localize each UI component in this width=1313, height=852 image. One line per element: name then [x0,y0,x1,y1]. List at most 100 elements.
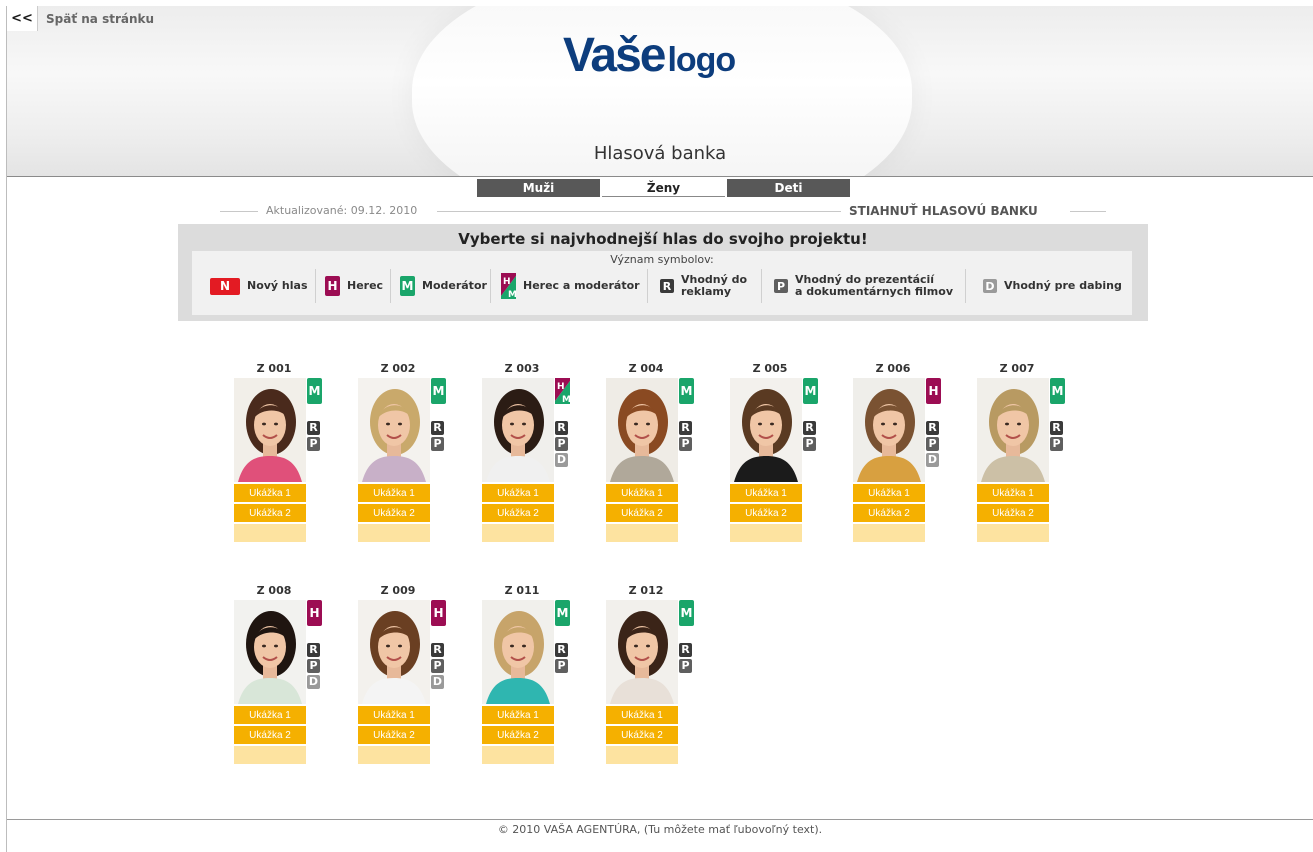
sample-2-button[interactable]: Ukážka 2 [234,726,306,744]
sample-1-button[interactable]: Ukážka 1 [358,484,430,502]
sample-1-button[interactable]: Ukážka 1 [482,484,554,502]
legend-subtitle: Význam symbolov: [610,253,714,266]
voice-code: Z 007 [999,362,1035,375]
voice-photo[interactable] [234,378,306,482]
legend-title: Vyberte si najvhodnejší hlas do svojho p… [458,230,868,248]
voice-code: Z 001 [256,362,292,375]
host-icon: M [803,378,818,404]
sample-2-button[interactable]: Ukážka 2 [606,726,678,744]
host-icon: M [679,600,694,626]
sample-1-button[interactable]: Ukážka 1 [606,484,678,502]
sample-placeholder [482,746,554,764]
legend-label: Moderátor [422,279,487,292]
voice-code: Z 008 [256,584,292,597]
presentation-icon: P [774,279,788,293]
sample-1-button[interactable]: Ukážka 1 [234,484,306,502]
updated-date: Aktualizované: 09.12. 2010 [266,204,418,217]
presentation-icon: P [679,432,692,451]
sample-placeholder [606,524,678,542]
sample-2-button[interactable]: Ukážka 2 [606,504,678,522]
download-link[interactable]: STIAHNUŤ HLASOVÚ BANKU [849,204,1038,218]
legend-item-host: M Moderátor [400,273,487,299]
svg-text:H: H [503,277,511,287]
legend-separator [390,269,391,303]
sample-2-button[interactable]: Ukážka 2 [358,504,430,522]
sample-1-button[interactable]: Ukážka 1 [730,484,802,502]
presentation-icon: P [555,654,568,673]
sample-1-button[interactable]: Ukážka 1 [606,706,678,724]
voice-code: Z 004 [628,362,664,375]
presentation-icon: P [431,432,444,451]
sample-placeholder [606,746,678,764]
sample-2-button[interactable]: Ukážka 2 [482,726,554,744]
voice-photo[interactable] [853,378,925,482]
dubbing-icon: D [555,452,568,467]
voice-photo[interactable] [606,378,678,482]
legend-item-ad: R Vhodný do reklamy [660,273,747,299]
voice-photo[interactable] [358,378,430,482]
tab-zeny[interactable]: Ženy [602,179,725,197]
voice-photo[interactable] [482,378,554,482]
sample-1-button[interactable]: Ukážka 1 [358,706,430,724]
dubbing-icon: D [307,674,320,689]
legend-separator [490,269,491,303]
voice-code: Z 012 [628,584,664,597]
tab-muzi[interactable]: Muži [477,179,600,197]
sample-placeholder [730,524,802,542]
svg-text:M: M [508,290,516,299]
presentation-icon: P [803,432,816,451]
svg-text:H: H [557,382,565,392]
host-icon: M [431,378,446,404]
presentation-icon: P [307,432,320,451]
host-icon: M [555,600,570,626]
footer: © 2010 VAŠA AGENTÚRA, (Tu môžete mať ľub… [497,823,823,836]
back-icon[interactable]: << [7,6,38,31]
tab-deti[interactable]: Deti [727,179,850,197]
page-title: Hlasová banka [593,143,727,164]
sample-2-button[interactable]: Ukážka 2 [234,504,306,522]
sample-1-button[interactable]: Ukážka 1 [234,706,306,724]
voice-photo[interactable] [977,378,1049,482]
host-icon: M [307,378,322,404]
back-label[interactable]: Späť na stránku [46,12,154,26]
sample-2-button[interactable]: Ukážka 2 [482,504,554,522]
voice-code: Z 006 [875,362,911,375]
category-tabs: Muži Ženy Deti [477,179,852,197]
sample-2-button[interactable]: Ukážka 2 [853,504,925,522]
sample-placeholder [234,746,306,764]
sample-placeholder [853,524,925,542]
sample-placeholder [358,746,430,764]
sample-placeholder [358,524,430,542]
divider-right [1070,211,1106,212]
legend-item-dubbing: D Vhodný pre dabing [983,273,1122,299]
legend-item-actor: H Herec [325,273,383,299]
legend-label: Herec [347,279,384,292]
voice-code: Z 002 [380,362,416,375]
sample-2-button[interactable]: Ukážka 2 [358,726,430,744]
logo-small: logo [667,41,736,79]
legend-item-actor-host: HM Herec a moderátor [501,273,640,299]
actor-icon: H [431,600,446,626]
back-link[interactable]: << Späť na stránku [7,6,154,31]
sample-1-button[interactable]: Ukážka 1 [853,484,925,502]
dubbing-icon: D [983,279,997,293]
voice-photo[interactable] [730,378,802,482]
voice-photo[interactable] [234,600,306,704]
logo: Vašelogo [563,28,736,83]
voice-photo[interactable] [606,600,678,704]
sample-1-button[interactable]: Ukážka 1 [977,484,1049,502]
voice-photo[interactable] [358,600,430,704]
legend-separator [965,269,966,303]
legend-box: Vyberte si najvhodnejší hlas do svojho p… [178,224,1148,321]
sample-2-button[interactable]: Ukážka 2 [977,504,1049,522]
voice-code: Z 011 [504,584,540,597]
actor-icon: H [926,378,941,404]
logo-main: Vaše [563,29,666,82]
host-icon: M [400,276,415,296]
svg-text:M: M [562,395,570,404]
voice-photo[interactable] [482,600,554,704]
legend-label: Herec a moderátor [523,279,640,292]
sample-2-button[interactable]: Ukážka 2 [730,504,802,522]
sample-1-button[interactable]: Ukážka 1 [482,706,554,724]
legend-label: Nový hlas [247,279,308,292]
